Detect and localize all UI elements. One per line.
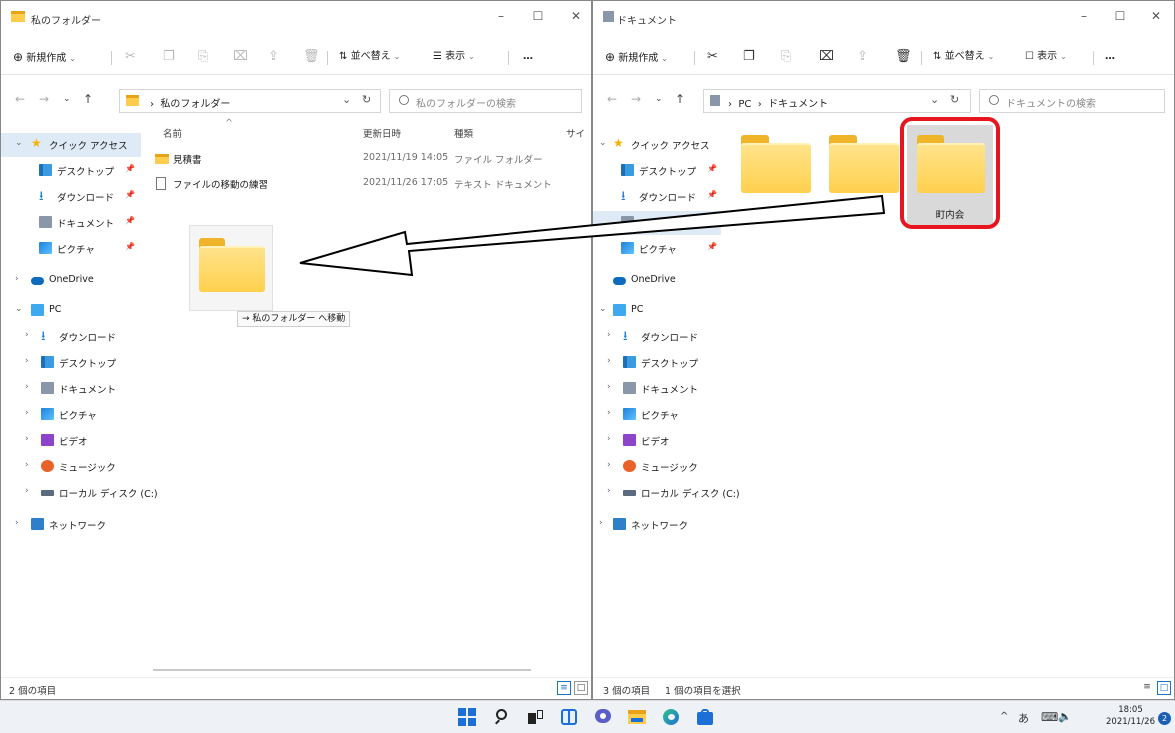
tray-overflow-icon[interactable]: ^ — [1000, 711, 1008, 722]
network-icon[interactable]: ⌨ — [1041, 710, 1058, 724]
task-view-icon[interactable] — [526, 708, 544, 726]
edge-icon[interactable] — [662, 708, 680, 726]
clock[interactable]: 18:05 2021/11/26 — [1106, 704, 1155, 728]
drag-arrow — [299, 194, 886, 277]
notification-badge[interactable]: 2 — [1158, 712, 1171, 725]
chat-icon[interactable] — [594, 708, 612, 726]
widgets-icon[interactable] — [560, 708, 578, 726]
clock-time: 18:05 — [1118, 705, 1143, 715]
search-icon[interactable] — [494, 708, 512, 726]
ime-indicator[interactable]: あ — [1018, 710, 1029, 726]
store-icon[interactable] — [696, 708, 714, 726]
file-explorer-icon[interactable] — [628, 708, 646, 726]
clock-date: 2021/11/26 — [1106, 717, 1155, 727]
volume-icon[interactable]: 🔈 — [1058, 710, 1072, 723]
taskbar: ^ あ ⌨ 🔈 18:05 2021/11/26 2 — [0, 700, 1175, 733]
start-button[interactable] — [458, 708, 476, 726]
